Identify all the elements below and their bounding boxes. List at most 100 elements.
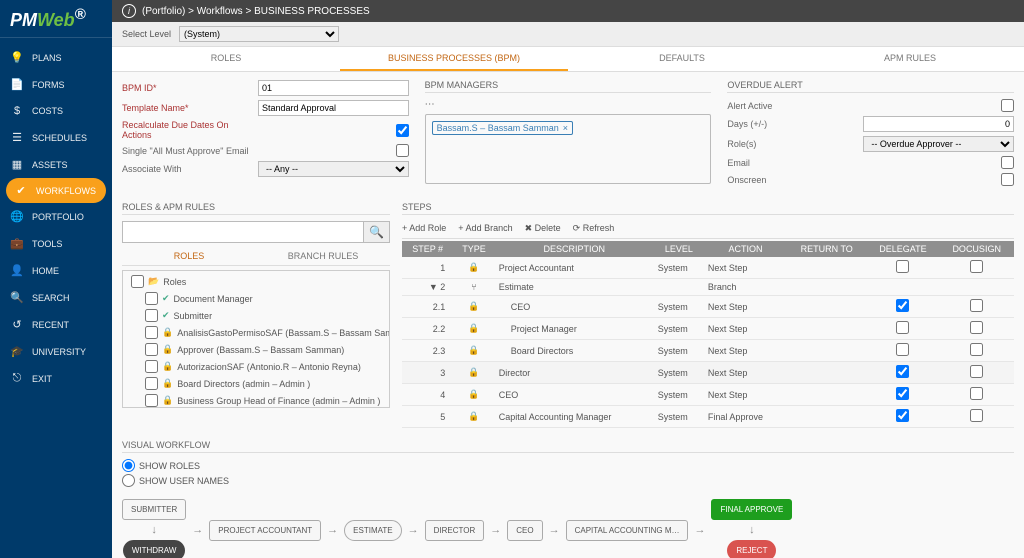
col-header[interactable]: STEP # [402,241,453,257]
tree-checkbox[interactable] [145,309,158,322]
tab[interactable]: APM RULES [796,47,1024,71]
nav-item-home[interactable]: 👤HOME [0,257,112,284]
flow-box[interactable]: ESTIMATE [344,520,401,541]
show-users-radio[interactable]: SHOW USER NAMES [122,474,1014,487]
table-row[interactable]: 1🔒Project AccountantSystemNext Step [402,257,1014,279]
docusign-checkbox[interactable] [970,365,983,378]
show-roles-input[interactable] [122,459,135,472]
flow-final[interactable]: FINAL APPROVE [711,499,792,520]
steps-toolbar-button[interactable]: + Add Role [402,223,446,234]
onscreen-checkbox[interactable] [1001,173,1014,186]
nav-item-plans[interactable]: 💡PLANS [0,44,112,71]
nav-item-tools[interactable]: 💼TOOLS [0,230,112,257]
nav-item-assets[interactable]: ▦ASSETS [0,151,112,178]
show-roles-radio[interactable]: SHOW ROLES [122,459,1014,472]
col-header[interactable]: DESCRIPTION [495,241,654,257]
table-row[interactable]: 2.2🔒Project ManagerSystemNext Step [402,318,1014,340]
tree-node[interactable]: 📂Roles [125,273,387,290]
nav-item-recent[interactable]: ↺RECENT [0,311,112,338]
flow-box[interactable]: PROJECT ACCOUNTANT [209,520,321,541]
col-header[interactable]: DELEGATE [866,241,939,257]
subtab[interactable]: ROLES [122,247,256,265]
steps-toolbar-button[interactable]: ⟳ Refresh [573,223,615,234]
tab[interactable]: BUSINESS PROCESSES (BPM) [340,47,568,71]
roles-select[interactable]: -- Overdue Approver -- [863,136,1014,152]
table-row[interactable]: 2.3🔒Board DirectorsSystemNext Step [402,340,1014,362]
table-row[interactable]: 3🔒DirectorSystemNext Step [402,362,1014,384]
assoc-select[interactable]: -- Any -- [258,161,409,177]
docusign-checkbox[interactable] [970,387,983,400]
steps-toolbar-button[interactable]: ✖ Delete [525,223,561,234]
tree-node[interactable]: 🔒AutorizacionSAF (Antonio.R – Antonio Re… [125,358,387,375]
tree-node[interactable]: ✔Submitter [125,307,387,324]
tree-node[interactable]: 🔒AnalisisGastoPermisoSAF (Bassam.S – Bas… [125,324,387,341]
nav-item-search[interactable]: 🔍SEARCH [0,284,112,311]
table-row[interactable]: ▼ 2⑂EstimateBranch [402,279,1014,296]
delegate-checkbox[interactable] [896,299,909,312]
flow-box[interactable]: SUBMITTER [122,499,186,520]
flow-reject[interactable]: REJECT [727,540,776,558]
mgr-more-icon[interactable]: ⋯ [425,99,712,110]
delegate-checkbox[interactable] [896,387,909,400]
nav-item-schedules[interactable]: ☰SCHEDULES [0,124,112,151]
col-header[interactable]: DOCUSIGN [939,241,1014,257]
template-input[interactable] [258,100,409,116]
mgr-chip[interactable]: Bassam.S – Bassam Samman× [432,121,573,135]
chip-remove-icon[interactable]: × [563,123,568,133]
nav-item-costs[interactable]: $COSTS [0,98,112,124]
subtab[interactable]: BRANCH RULES [256,247,390,265]
tab[interactable]: ROLES [112,47,340,71]
mgr-box[interactable]: Bassam.S – Bassam Samman× [425,114,712,184]
docusign-checkbox[interactable] [970,299,983,312]
email-checkbox[interactable] [1001,156,1014,169]
bpm-id-input[interactable] [258,80,409,96]
table-row[interactable]: 2.1🔒CEOSystemNext Step [402,296,1014,318]
tab[interactable]: DEFAULTS [568,47,796,71]
col-header[interactable]: ACTION [704,241,787,257]
col-header[interactable]: RETURN TO [787,241,866,257]
search-button[interactable]: 🔍 [363,222,389,242]
docusign-checkbox[interactable] [970,260,983,273]
tree-checkbox[interactable] [145,343,158,356]
flow-box[interactable]: DIRECTOR [425,520,485,541]
tree-node[interactable]: 🔒Board Directors (admin – Admin ) [125,375,387,392]
tree-checkbox[interactable] [145,360,158,373]
tree-node[interactable]: 🔒Approver (Bassam.S – Bassam Samman) [125,341,387,358]
nav-item-forms[interactable]: 📄FORMS [0,71,112,98]
col-header[interactable]: TYPE [453,241,495,257]
tree-node[interactable]: 🔒Business Group Head of Finance (admin –… [125,392,387,408]
info-icon[interactable]: i [122,4,136,18]
nav-item-portfolio[interactable]: 🌐PORTFOLIO [0,203,112,230]
flow-box[interactable]: CAPITAL ACCOUNTING M… [566,520,689,541]
flow-withdraw[interactable]: WITHDRAW [123,540,186,558]
docusign-checkbox[interactable] [970,343,983,356]
roles-tree[interactable]: 📂Roles✔Document Manager✔Submitter🔒Analis… [122,270,390,408]
tree-node[interactable]: ✔Document Manager [125,290,387,307]
single-checkbox[interactable] [396,144,409,157]
show-users-input[interactable] [122,474,135,487]
search-input[interactable] [123,222,363,242]
steps-toolbar-button[interactable]: + Add Branch [458,223,512,234]
nav-item-exit[interactable]: ⎋EXIT [0,365,112,392]
recalc-checkbox[interactable] [396,124,409,137]
delegate-checkbox[interactable] [896,365,909,378]
delegate-checkbox[interactable] [896,260,909,273]
tree-checkbox[interactable] [131,275,144,288]
tree-checkbox[interactable] [145,394,158,407]
days-input[interactable] [863,116,1014,132]
col-header[interactable]: LEVEL [654,241,704,257]
tree-checkbox[interactable] [145,292,158,305]
table-row[interactable]: 4🔒CEOSystemNext Step [402,384,1014,406]
table-row[interactable]: 5🔒Capital Accounting ManagerSystemFinal … [402,406,1014,428]
delegate-checkbox[interactable] [896,409,909,422]
nav-item-workflows[interactable]: ✔WORKFLOWS [6,178,106,203]
delegate-checkbox[interactable] [896,343,909,356]
flow-box[interactable]: CEO [507,520,542,541]
tree-checkbox[interactable] [145,377,158,390]
alert-checkbox[interactable] [1001,99,1014,112]
docusign-checkbox[interactable] [970,321,983,334]
delegate-checkbox[interactable] [896,321,909,334]
level-select[interactable]: (System) [179,26,339,42]
tree-checkbox[interactable] [145,326,158,339]
nav-item-university[interactable]: 🎓UNIVERSITY [0,338,112,365]
